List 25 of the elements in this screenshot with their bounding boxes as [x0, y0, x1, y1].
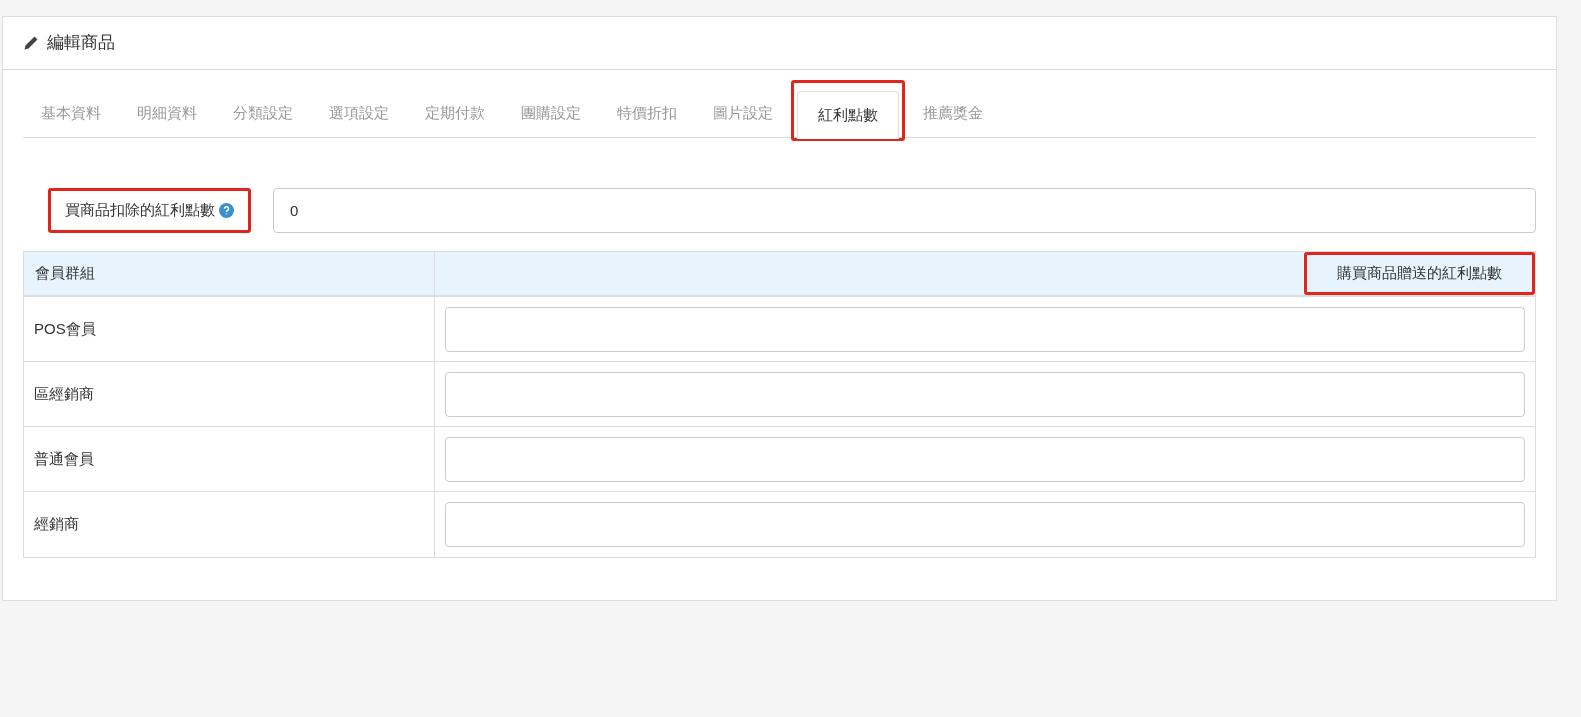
table-cell-text: POS會員 — [34, 318, 96, 339]
table-cell-text: 經銷商 — [34, 514, 79, 535]
tab[interactable]: 推薦獎金 — [905, 89, 1001, 137]
tab[interactable]: 特價折扣 — [599, 89, 695, 137]
tab[interactable]: 紅利點數 — [797, 91, 899, 139]
input-field[interactable] — [445, 306, 1525, 352]
column-header: 購買商品贈送的紅利點數 — [1304, 252, 1535, 295]
input-field[interactable] — [445, 436, 1525, 482]
label-text: 買商品扣除的紅利點數 — [65, 200, 215, 221]
tab[interactable]: 明細資料 — [119, 89, 215, 137]
tab[interactable]: 定期付款 — [407, 89, 503, 137]
tab[interactable]: 圖片設定 — [695, 89, 791, 137]
column-header: 會員群組 — [34, 263, 96, 284]
table-cell-text: 區經銷商 — [34, 383, 94, 404]
panel-title: 編輯商品 — [47, 32, 115, 55]
table-cell-text: 普通會員 — [34, 448, 94, 469]
tab[interactable]: 基本資料 — [23, 89, 119, 137]
tab[interactable]: 分類設定 — [215, 89, 311, 137]
tab[interactable]: 選項設定 — [311, 89, 407, 137]
tab[interactable]: 團購設定 — [503, 89, 599, 137]
input-field[interactable] — [445, 502, 1525, 547]
input-field[interactable] — [445, 371, 1525, 417]
input-field[interactable]: 0 — [273, 188, 1536, 233]
help-icon[interactable] — [219, 203, 234, 218]
pencil-icon — [23, 35, 39, 51]
